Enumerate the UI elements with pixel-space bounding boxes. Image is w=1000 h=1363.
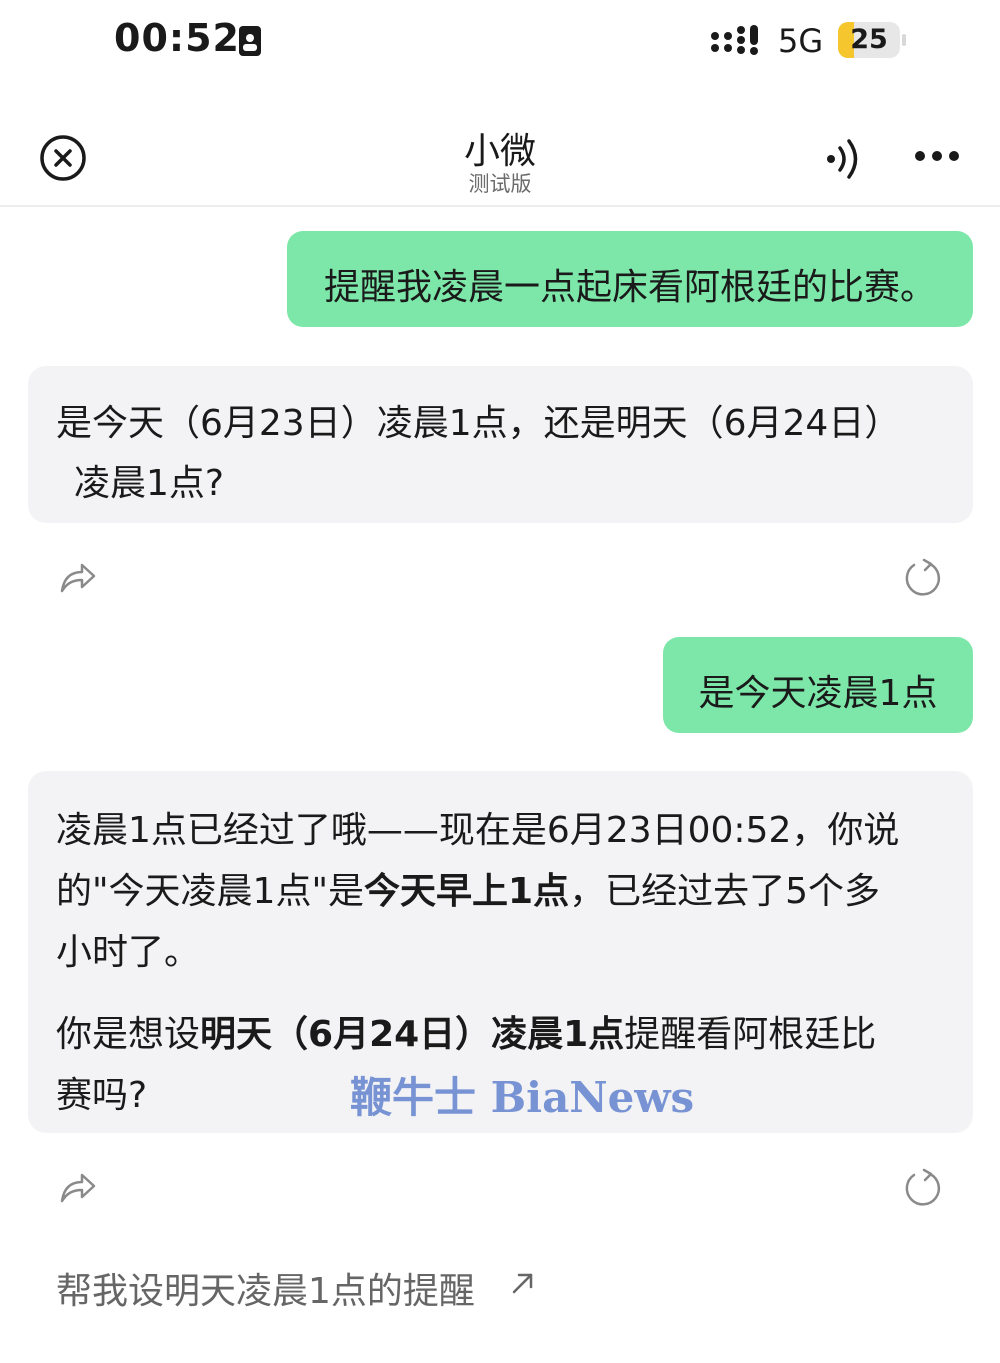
- battery-level: 25: [850, 24, 888, 55]
- assistant-message: 是今天（6月23日）凌晨1点，还是明天（6月24日） 凌晨1点?: [28, 366, 973, 523]
- chat-screen: 00:52 5G 25 小微 测试版 提醒我凌晨一点起床看阿根廷的比赛。 是今天…: [0, 0, 1000, 1363]
- assistant-text: ，已经过去了5个多: [569, 871, 880, 912]
- battery-tip: [902, 34, 906, 46]
- assistant-message-line: 的"今天凌晨1点"是今天早上1点，已经过去了5个多: [56, 862, 880, 914]
- assistant-message-line: 小时了。: [56, 932, 201, 973]
- network-type: 5G: [778, 22, 824, 60]
- battery-body: 25: [838, 22, 900, 58]
- sim-card-icon: [239, 26, 261, 56]
- user-message-text: 是今天凌晨1点: [698, 673, 938, 714]
- status-bar: 00:52 5G 25: [0, 0, 1000, 82]
- assistant-text-bold: 明天（6月24日）凌晨1点: [200, 1014, 625, 1055]
- user-message[interactable]: 是今天凌晨1点: [663, 637, 973, 733]
- assistant-text-bold: 今天早上1点: [364, 871, 570, 912]
- assistant-message-line: 凌晨1点?: [74, 463, 225, 504]
- more-dots-icon[interactable]: [914, 140, 960, 172]
- battery-indicator: 25: [838, 22, 908, 58]
- suggested-reply[interactable]: 帮我设明天凌晨1点的提醒: [56, 1262, 475, 1312]
- refresh-icon[interactable]: [902, 558, 942, 598]
- assistant-text: 的"今天凌晨1点"是: [56, 871, 365, 912]
- speaker-icon[interactable]: [822, 136, 868, 182]
- share-icon[interactable]: [58, 557, 98, 597]
- arrow-up-right-icon[interactable]: [510, 1270, 536, 1296]
- assistant-message-line: 你是想设明天（6月24日）凌晨1点提醒看阿根廷比: [56, 1005, 876, 1057]
- signal-icon: [711, 25, 758, 55]
- assistant-text: 你是想设: [56, 1014, 201, 1055]
- watermark: 鞭牛士 BiaNews: [350, 1073, 695, 1122]
- assistant-message-line: 赛吗?: [56, 1075, 148, 1116]
- assistant-message-line: 凌晨1点已经过了哦——现在是6月23日00:52，你说: [56, 810, 900, 851]
- nav-bar: 小微 测试版: [0, 100, 1000, 207]
- refresh-icon[interactable]: [902, 1168, 942, 1208]
- assistant-text: 提醒看阿根廷比: [624, 1014, 877, 1055]
- status-time: 00:52: [114, 16, 240, 60]
- share-icon[interactable]: [58, 1167, 98, 1207]
- assistant-message-line: 是今天（6月23日）凌晨1点，还是明天（6月24日）: [56, 403, 901, 444]
- user-message[interactable]: 提醒我凌晨一点起床看阿根廷的比赛。: [287, 231, 973, 327]
- user-message-text: 提醒我凌晨一点起床看阿根廷的比赛。: [323, 267, 936, 308]
